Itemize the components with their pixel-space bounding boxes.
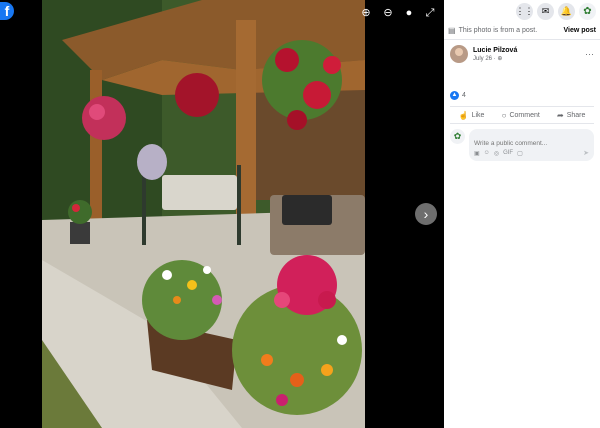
camera-icon[interactable]: ◎ (494, 150, 499, 157)
sticker-icon[interactable]: ▢ (517, 150, 523, 157)
comment-bubble-icon: ○ (501, 110, 507, 120)
post-side-panel: ⋮⋮ ✉ 🔔 ✿ ▤ This photo is from a post. Vi… (444, 0, 600, 428)
commenter-avatar: ✿ (450, 129, 465, 144)
thumbs-up-icon: ☝ (458, 110, 469, 120)
post-notice: ▤ This photo is from a post. View post (444, 22, 600, 40)
top-bar: ⋮⋮ ✉ 🔔 ✿ (444, 0, 600, 22)
reactions-summary[interactable]: ▲ 4 (444, 88, 600, 102)
notifications-bell-icon[interactable]: 🔔 (558, 2, 575, 20)
pergola-garden-photo (42, 0, 365, 428)
comment-label: Comment (509, 111, 540, 119)
notice-text: This photo is from a post. (458, 27, 538, 34)
emoji-icon[interactable]: ☺ (484, 150, 490, 157)
like-reaction-icon: ▲ (450, 90, 459, 100)
share-button[interactable]: ➦ Share (557, 111, 585, 120)
like-button[interactable]: ☝ Like (459, 111, 485, 120)
comment-composer: ✿ ▣ ☺ ◎ GIF ▢ ➤ (444, 124, 600, 161)
messenger-icon[interactable]: ✉ (537, 2, 554, 20)
comment-button[interactable]: ○ Comment (502, 111, 540, 120)
zoom-in-icon[interactable]: ⊕ (359, 6, 373, 20)
zoom-out-icon[interactable]: ⊖ (381, 6, 395, 20)
next-photo-button[interactable]: › (415, 203, 437, 225)
share-arrow-icon: ➦ (557, 110, 564, 120)
menu-grid-icon[interactable]: ⋮⋮ (516, 2, 534, 20)
author-avatar[interactable] (450, 45, 468, 63)
reaction-count: 4 (462, 91, 466, 99)
photo-viewer: f ⊕ ⊖ ● ⤢ › (0, 0, 444, 428)
post-photo[interactable] (42, 0, 365, 428)
post-author: Lucie Pilzová July 26 · ⊕ ··· (444, 40, 600, 63)
gif-icon[interactable]: GIF (503, 150, 513, 157)
tag-icon[interactable]: ● (402, 6, 416, 20)
profile-avatar[interactable]: ✿ (579, 2, 596, 20)
avatar-sticker-icon[interactable]: ▣ (474, 150, 480, 157)
photo-info-icon: ▤ (448, 26, 456, 35)
fullscreen-icon[interactable]: ⤢ (423, 6, 437, 20)
photo-viewer-page: f ⊕ ⊖ ● ⤢ › ⋮⋮ ✉ 🔔 ✿ ▤ This photo is fro… (0, 0, 600, 428)
more-options-icon[interactable]: ··· (585, 49, 594, 59)
post-date[interactable]: July 26 · ⊕ (473, 55, 517, 62)
comment-field[interactable]: ▣ ☺ ◎ GIF ▢ ➤ (469, 129, 594, 161)
comment-input[interactable] (474, 140, 589, 147)
send-icon[interactable]: ➤ (583, 149, 589, 157)
view-post-link[interactable]: View post (563, 27, 596, 34)
share-label: Share (566, 111, 586, 119)
facebook-logo[interactable]: f (0, 2, 14, 20)
post-actions: ☝ Like ○ Comment ➦ Share (450, 106, 594, 124)
author-name[interactable]: Lucie Pilzová (473, 47, 517, 54)
like-label: Like (471, 111, 485, 119)
